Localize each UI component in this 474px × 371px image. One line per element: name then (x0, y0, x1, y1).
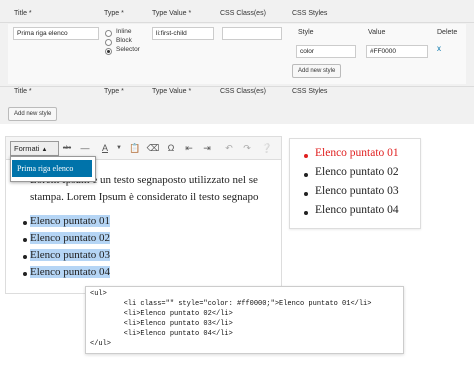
triangle-down-icon: ▲ (41, 147, 48, 153)
header-css-styles: CSS Styles (292, 10, 328, 17)
chevron-down-icon[interactable]: ▼ (112, 141, 126, 155)
footer-header-css-styles: CSS Styles (292, 88, 328, 95)
code-line: <li>Elenco puntato 02</li> (90, 310, 233, 318)
preview-item: Elenco puntato 02 (315, 166, 399, 178)
text-editor: Formati ▲ abc — A ▼ 📋 ⌫ Ω ⇤ ⇥ ↶ ↷ ❔ Lore… (5, 136, 282, 294)
dropdown-item-prima-riga[interactable]: Prima riga elenco (12, 160, 92, 177)
type-option-inline: Inline (116, 28, 132, 35)
footer-header-type: Type * (104, 88, 124, 95)
header-title: Title * (14, 10, 32, 17)
code-line: <li>Elenco puntato 04</li> (90, 330, 233, 338)
type-radio-inline[interactable] (105, 30, 112, 37)
strikethrough-icon[interactable]: abc (60, 141, 74, 155)
list-item: Elenco puntato 03 (30, 249, 111, 261)
style-value-input[interactable]: #FF0000 (366, 45, 428, 58)
code-line: </ul> (90, 340, 112, 348)
text-color-icon[interactable]: A (98, 141, 112, 155)
code-line: <li class="" style="color: #ff0000;">Ele… (90, 300, 372, 308)
indent-icon[interactable]: ⇥ (200, 141, 214, 155)
bullet-icon (304, 211, 308, 215)
add-new-style-button[interactable]: Add new style (8, 107, 58, 121)
undo-icon[interactable]: ↶ (222, 141, 236, 155)
bullet-icon (304, 192, 308, 196)
header-css-classes: CSS Class(es) (220, 10, 266, 17)
delete-column-header: Delete (437, 29, 458, 36)
preview-item: Elenco puntato 04 (315, 204, 399, 216)
css-classes-input[interactable] (222, 27, 282, 40)
delete-style-link[interactable]: x (437, 44, 441, 53)
code-line: <li>Elenco puntato 03</li> (90, 320, 233, 328)
formats-dropdown-menu: Prima riga elenco (10, 156, 96, 182)
title-input[interactable]: Prima riga elenco (13, 27, 99, 40)
type-radio-block[interactable] (105, 39, 112, 46)
formats-label: Formati (14, 144, 40, 153)
bullet-icon (23, 255, 27, 259)
type-value-input[interactable]: li:first-child (152, 27, 214, 40)
type-option-block: Block (116, 37, 132, 44)
redo-icon[interactable]: ↷ (240, 141, 254, 155)
preview-item: Elenco puntato 01 (315, 147, 399, 159)
clear-formatting-icon[interactable]: ⌫ (146, 141, 160, 155)
bullet-icon (304, 154, 308, 158)
style-column-header: Style (298, 29, 314, 36)
paragraph-line-2: stampa. Lorem Ipsum è considerato il tes… (30, 191, 259, 203)
help-icon[interactable]: ❔ (260, 141, 274, 155)
type-radio-selector[interactable] (105, 48, 112, 55)
type-option-selector: Selector (116, 46, 140, 53)
bullet-icon (23, 238, 27, 242)
value-column-header: Value (368, 29, 386, 36)
omega-special-character-icon[interactable]: Ω (164, 141, 178, 155)
list-item: Elenco puntato 01 (30, 215, 111, 227)
list-item: Elenco puntato 02 (30, 232, 111, 244)
add-style-button[interactable]: Add new style (292, 64, 342, 78)
header-type-value: Type Value * (152, 10, 192, 17)
horizontal-line-icon[interactable]: — (78, 141, 92, 155)
divider (0, 86, 474, 87)
bullet-icon (23, 272, 27, 276)
styles-settings-panel: Title * Type * Type Value * CSS Class(es… (0, 0, 474, 124)
preview-item: Elenco puntato 03 (315, 185, 399, 197)
html-code-panel: <ul> <li class="" style="color: #ff0000;… (85, 286, 404, 354)
footer-header-type-value: Type Value * (152, 88, 192, 95)
paste-as-text-icon[interactable]: 📋 (128, 141, 142, 155)
divider (0, 22, 474, 23)
formats-dropdown-button[interactable]: Formati ▲ (10, 141, 59, 156)
header-type: Type * (104, 10, 124, 17)
outdent-icon[interactable]: ⇤ (182, 141, 196, 155)
footer-header-css-classes: CSS Class(es) (220, 88, 266, 95)
bullet-icon (23, 221, 27, 225)
list-preview: Elenco puntato 01 Elenco puntato 02 Elen… (289, 138, 421, 229)
footer-header-title: Title * (14, 88, 32, 95)
bullet-icon (304, 173, 308, 177)
code-line: <ul> (90, 290, 107, 298)
style-property-input[interactable]: color (296, 45, 356, 58)
list-item: Elenco puntato 04 (30, 266, 111, 278)
